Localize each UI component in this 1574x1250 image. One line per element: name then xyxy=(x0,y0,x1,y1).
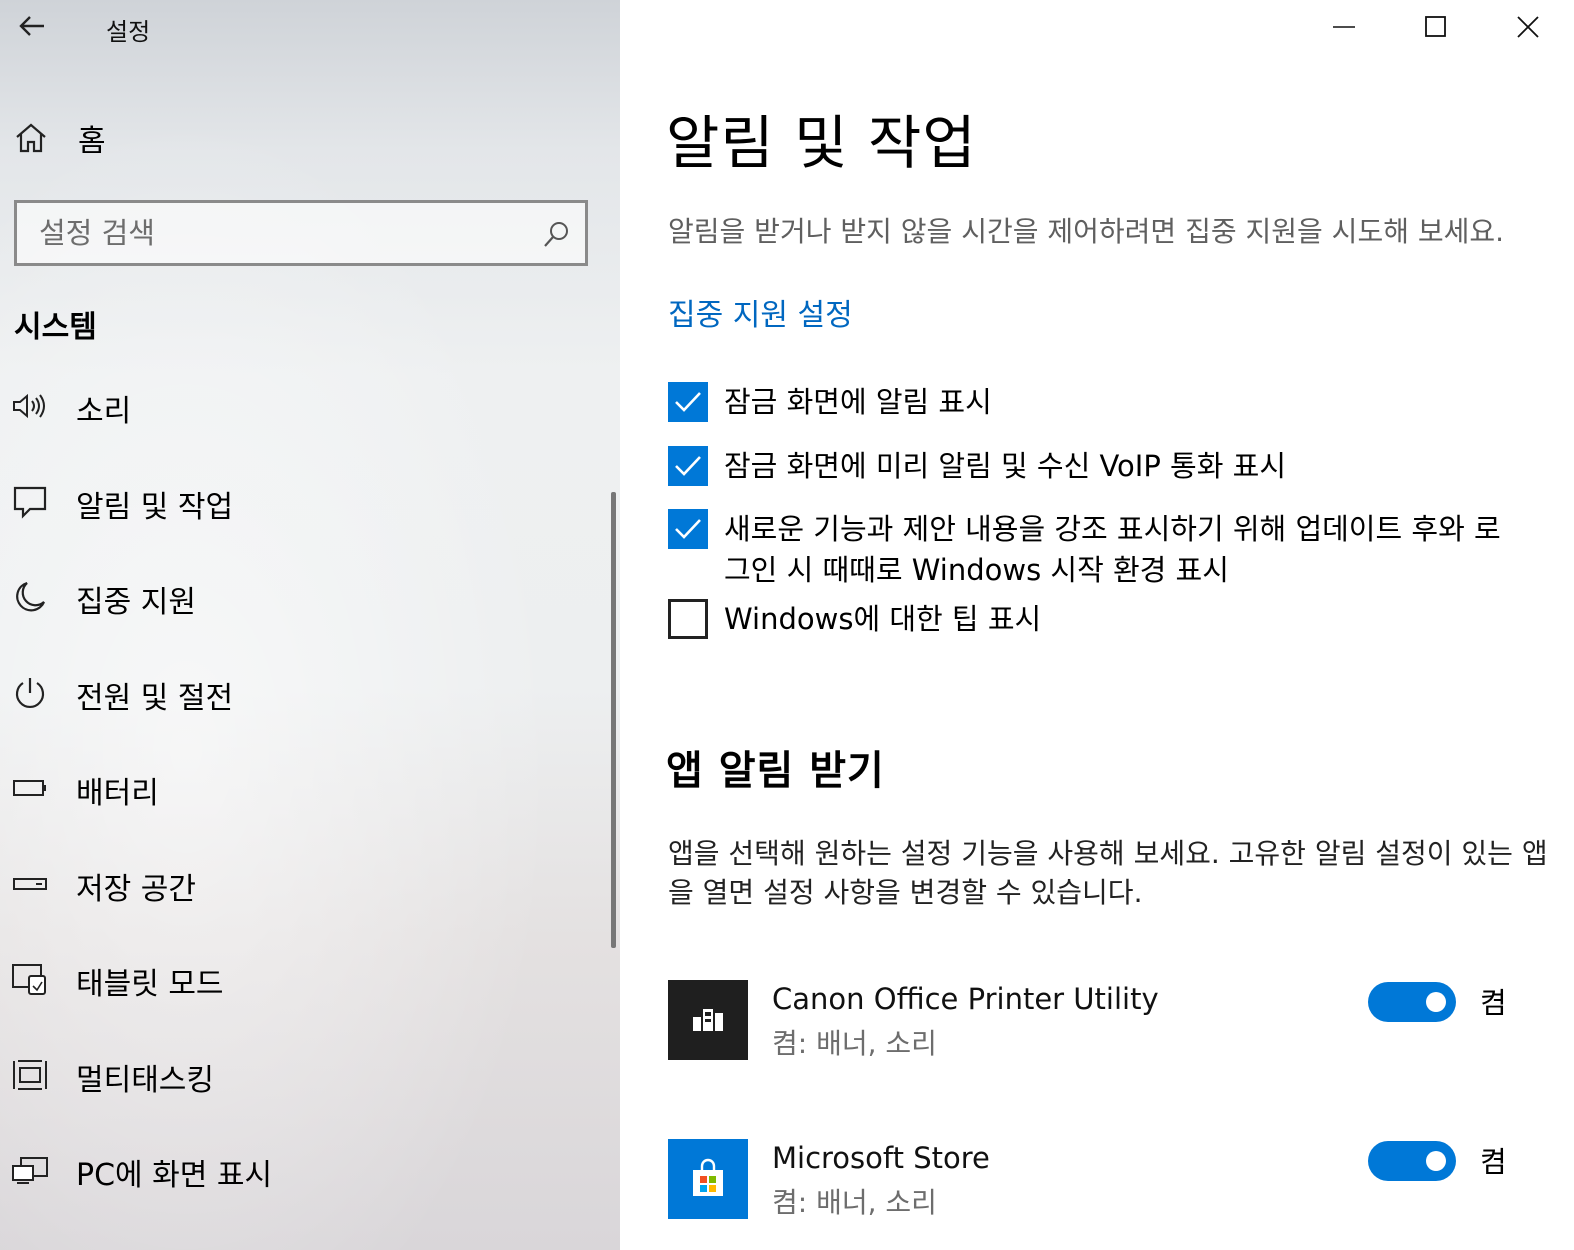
sidebar-item-project[interactable]: PC에 화면 표시 xyxy=(0,1122,620,1218)
sidebar-item-label: 태블릿 모드 xyxy=(76,967,224,1002)
sidebar-nav: 소리 알림 및 작업 집중 지원 전원 및 절전 배터리 저장 공간 태블릿 모… xyxy=(0,358,620,1218)
microsoft-store-icon xyxy=(668,1139,748,1219)
sidebar-item-label: 집중 지원 xyxy=(76,585,196,620)
main-content: 알림 및 작업 알림을 받거나 받지 않을 시간을 제어하려면 집중 지원을 시… xyxy=(620,0,1574,1250)
checkbox-lock-screen-notifications[interactable]: 잠금 화면에 알림 표시 xyxy=(668,382,1524,423)
checkbox-label: 잠금 화면에 알림 표시 xyxy=(724,385,992,419)
page-title: 알림 및 작업 xyxy=(666,109,977,177)
app-title: 설정 xyxy=(106,18,151,46)
search-box[interactable] xyxy=(14,200,588,266)
sidebar-item-label: PC에 화면 표시 xyxy=(76,1158,273,1193)
power-icon xyxy=(10,675,50,711)
focus-assist-settings-link[interactable]: 집중 지원 설정 xyxy=(668,290,853,334)
app-notification-detail: 켬: 배너, 소리 xyxy=(772,1027,937,1060)
checkbox-label: 잠금 화면에 미리 알림 및 수신 VoIP 통화 표시 xyxy=(724,449,1286,483)
apps-section-title: 앱 알림 받기 xyxy=(666,748,885,794)
sidebar-item-multitasking[interactable]: 멀티태스킹 xyxy=(0,1027,620,1123)
sidebar-scrollbar[interactable] xyxy=(611,492,616,948)
sidebar-item-home[interactable]: 홈 xyxy=(14,116,106,160)
checkmark-icon xyxy=(675,456,701,476)
checkbox-label: Windows에 대한 팁 표시 xyxy=(724,602,1042,636)
sidebar-item-label: 배터리 xyxy=(76,776,159,811)
sidebar-item-tablet-mode[interactable]: 태블릿 모드 xyxy=(0,931,620,1027)
battery-icon xyxy=(10,770,50,806)
notification-icon xyxy=(10,484,50,520)
sidebar-item-sound[interactable]: 소리 xyxy=(0,358,620,454)
sidebar-item-notifications[interactable]: 알림 및 작업 xyxy=(0,454,620,550)
app-notification-toggle[interactable] xyxy=(1368,1141,1456,1181)
toggle-state-label: 켬 xyxy=(1480,1145,1507,1179)
app-row-canon[interactable]: Canon Office Printer Utility 켬: 배너, 소리 켬 xyxy=(668,980,1528,1060)
checkbox-welcome-experience[interactable]: 새로운 기능과 제안 내용을 강조 표시하기 위해 업데이트 후와 로그인 시 … xyxy=(668,509,1524,591)
checkbox-lock-screen-reminders[interactable]: 잠금 화면에 미리 알림 및 수신 VoIP 통화 표시 xyxy=(668,446,1524,487)
sidebar-item-power[interactable]: 전원 및 절전 xyxy=(0,645,620,741)
checkmark-icon xyxy=(675,392,701,412)
home-icon xyxy=(16,123,46,153)
toggle-knob xyxy=(1426,992,1446,1012)
page-description: 알림을 받거나 받지 않을 시간을 제어하려면 집중 지원을 시도해 보세요. xyxy=(668,215,1505,248)
sidebar-item-focus-assist[interactable]: 집중 지원 xyxy=(0,549,620,645)
apps-description: 앱을 선택해 원하는 설정 기능을 사용해 보세요. 고유한 알림 설정이 있는… xyxy=(668,837,1548,909)
sidebar: 설정 홈 시스템 소리 알림 및 작업 집중 지원 xyxy=(0,0,620,1250)
app-name: Microsoft Store xyxy=(772,1141,990,1175)
checkbox-windows-tips[interactable]: Windows에 대한 팁 표시 xyxy=(668,599,1524,640)
app-notification-toggle[interactable] xyxy=(1368,982,1456,1022)
sidebar-item-storage[interactable]: 저장 공간 xyxy=(0,836,620,932)
back-button[interactable] xyxy=(14,8,50,44)
checkbox[interactable] xyxy=(668,509,708,549)
checkmark-icon xyxy=(675,519,701,539)
project-icon xyxy=(10,1152,50,1188)
sidebar-section-heading: 시스템 xyxy=(14,310,97,345)
toggle-state-label: 켬 xyxy=(1480,986,1507,1020)
tablet-mode-icon xyxy=(10,961,50,997)
app-notification-detail: 켬: 배너, 소리 xyxy=(772,1186,937,1219)
checkbox[interactable] xyxy=(668,446,708,486)
sidebar-item-label: 전원 및 절전 xyxy=(76,680,234,716)
home-label: 홈 xyxy=(78,124,106,159)
moon-icon xyxy=(10,579,50,615)
app-name: Canon Office Printer Utility xyxy=(772,982,1159,1016)
canon-app-icon xyxy=(668,980,748,1060)
app-row-microsoft-store[interactable]: Microsoft Store 켬: 배너, 소리 켬 xyxy=(668,1139,1528,1219)
toggle-knob xyxy=(1426,1151,1446,1171)
sidebar-item-battery[interactable]: 배터리 xyxy=(0,740,620,836)
storage-icon xyxy=(10,866,50,902)
sidebar-item-label: 소리 xyxy=(76,394,132,429)
back-arrow-icon xyxy=(19,16,44,36)
sidebar-item-label: 알림 및 작업 xyxy=(76,489,234,525)
multitasking-icon xyxy=(10,1057,50,1093)
search-icon xyxy=(544,222,568,247)
search-input[interactable] xyxy=(17,203,585,263)
checkbox[interactable] xyxy=(668,382,708,422)
sidebar-item-label: 저장 공간 xyxy=(76,871,196,907)
checkbox[interactable] xyxy=(668,599,708,639)
checkbox-label: 새로운 기능과 제안 내용을 강조 표시하기 위해 업데이트 후와 로그인 시 … xyxy=(724,512,1501,587)
speaker-icon xyxy=(10,388,50,424)
sidebar-item-label: 멀티태스킹 xyxy=(76,1062,214,1098)
